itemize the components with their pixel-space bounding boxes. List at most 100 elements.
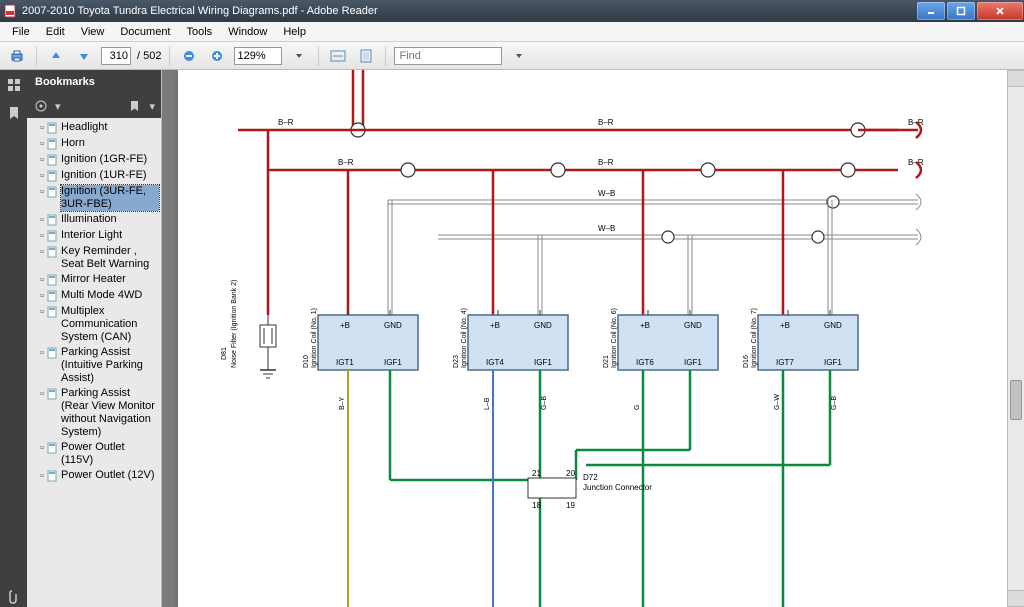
svg-text:IGT7: IGT7 — [776, 358, 794, 367]
svg-text:L–B: L–B — [484, 397, 491, 410]
scroll-up-arrow[interactable] — [1008, 70, 1024, 87]
expand-icon[interactable]: ▫ — [37, 121, 47, 135]
bookmark-options-icon[interactable] — [33, 98, 49, 114]
bookmark-item[interactable]: ▫Horn — [37, 136, 161, 152]
expand-icon[interactable]: ▫ — [37, 137, 47, 151]
bookmark-label: Interior Light — [61, 229, 159, 242]
expand-icon[interactable]: ▫ — [37, 387, 47, 401]
svg-text:+B: +B — [640, 321, 650, 330]
attachment-icon[interactable] — [0, 587, 27, 607]
bookmark-item[interactable]: ▫Ignition (1GR-FE) — [37, 152, 161, 168]
print-button[interactable] — [6, 45, 28, 67]
find-input[interactable] — [394, 47, 502, 65]
expand-icon[interactable]: ▫ — [37, 469, 47, 483]
svg-text:D16: D16 — [743, 355, 750, 368]
bookmark-item[interactable]: ▫ Headlight — [37, 120, 161, 136]
svg-text:Ignition Coil (No. 1): Ignition Coil (No. 1) — [311, 308, 318, 368]
svg-text:GND: GND — [824, 321, 842, 330]
toolbar: / 502 — [0, 42, 1024, 70]
bookmark-item[interactable]: ▫ Parking Assist (Intuitive Parking Assis… — [37, 345, 161, 386]
zoom-input[interactable] — [234, 47, 282, 65]
zoom-out-button[interactable] — [178, 45, 200, 67]
svg-text:D10: D10 — [303, 355, 310, 368]
page-icon — [47, 306, 59, 318]
bookmark-item[interactable]: ▫Parking Assist (Rear View Monitor witho… — [37, 386, 161, 440]
fit-width-button[interactable] — [327, 45, 349, 67]
menu-window[interactable]: Window — [220, 24, 275, 40]
page-icon — [47, 274, 59, 286]
bookmarks-list[interactable]: ▫Headlight▫Horn▫Ignition (1GR-FE)▫Igniti… — [27, 118, 161, 607]
expand-icon[interactable]: ▫ — [37, 346, 47, 360]
expand-icon[interactable]: ▫ — [37, 213, 47, 227]
svg-text:D21: D21 — [603, 355, 610, 368]
expand-icon[interactable]: ▫ — [37, 229, 47, 243]
bookmark-label: Key Reminder , Seat Belt Warning — [61, 245, 159, 271]
zoom-in-button[interactable] — [206, 45, 228, 67]
menu-tools[interactable]: Tools — [179, 24, 221, 40]
page-icon — [47, 214, 59, 226]
svg-text:IGT1: IGT1 — [336, 358, 354, 367]
svg-text:G–W: G–W — [774, 394, 781, 410]
menu-help[interactable]: Help — [275, 24, 314, 40]
page-up-button[interactable] — [45, 45, 67, 67]
main-area: Bookmarks ▾ ▾ ▫Headlight▫Horn▫Ignition (… — [0, 70, 1024, 607]
svg-text:18: 18 — [532, 501, 541, 510]
bookmark-item[interactable]: ▫Power Outlet (115V) — [37, 440, 161, 468]
bookmark-new-icon[interactable] — [127, 98, 143, 114]
page-icon — [47, 170, 59, 182]
menu-edit[interactable]: Edit — [38, 24, 73, 40]
expand-icon[interactable]: ▫ — [37, 441, 47, 455]
svg-text:D23: D23 — [453, 355, 460, 368]
bookmark-item[interactable]: ▫Ignition (1UR-FE) — [37, 168, 161, 184]
svg-text:G–B: G–B — [831, 396, 838, 410]
bookmark-label: Headlight — [61, 121, 159, 134]
scroll-thumb[interactable] — [1010, 380, 1022, 420]
svg-text:B–Y: B–Y — [339, 396, 346, 410]
find-dropdown[interactable] — [508, 45, 530, 67]
menu-document[interactable]: Document — [112, 24, 178, 40]
expand-icon[interactable]: ▫ — [37, 273, 47, 287]
bookmark-item[interactable]: ▫Ignition (3UR-FE, 3UR-FBE) — [37, 184, 161, 212]
bookmark-item[interactable]: ▫Illumination — [37, 212, 161, 228]
thumbnails-icon[interactable] — [5, 76, 23, 94]
expand-icon[interactable]: ▫ — [37, 245, 47, 259]
svg-text:W–B: W–B — [598, 189, 615, 198]
fit-page-button[interactable] — [355, 45, 377, 67]
vertical-scrollbar[interactable] — [1007, 70, 1024, 607]
zoom-dropdown[interactable] — [288, 45, 310, 67]
wiring-diagram: B–R B–R B–R B–R B–R B–R — [178, 70, 1008, 607]
bookmark-item[interactable]: ▫Mirror Heater — [37, 272, 161, 288]
expand-icon[interactable]: ▫ — [37, 289, 47, 303]
bookmark-label: Parking Assist (Intuitive Parking Assist… — [61, 346, 159, 385]
scroll-down-arrow[interactable] — [1008, 590, 1024, 607]
minimize-button[interactable] — [917, 2, 945, 20]
page-down-button[interactable] — [73, 45, 95, 67]
maximize-button[interactable] — [947, 2, 975, 20]
expand-icon[interactable]: ▫ — [37, 153, 47, 167]
svg-text:Junction Connector: Junction Connector — [583, 483, 652, 492]
menu-view[interactable]: View — [73, 24, 113, 40]
svg-text:Ignition Coil (No. 7): Ignition Coil (No. 7) — [751, 308, 758, 368]
bookmark-item[interactable]: ▫ Interior Light — [37, 228, 161, 244]
svg-text:G–B: G–B — [541, 396, 548, 410]
page-icon — [47, 290, 59, 302]
page-total: / 502 — [137, 50, 161, 62]
expand-icon[interactable]: ▫ — [37, 185, 47, 199]
bookmark-item[interactable]: ▫Multiplex Communication System (CAN) — [37, 304, 161, 345]
bookmark-item[interactable]: ▫ Key Reminder , Seat Belt Warning — [37, 244, 161, 272]
bookmark-item[interactable]: ▫Power Outlet (12V) — [37, 468, 161, 484]
bookmarks-icon[interactable] — [5, 104, 23, 122]
expand-icon[interactable]: ▫ — [37, 305, 47, 319]
close-button[interactable] — [977, 2, 1023, 20]
page-number-input[interactable] — [101, 47, 131, 65]
bookmarks-header: Bookmarks — [27, 70, 161, 94]
document-area[interactable]: B–R B–R B–R B–R B–R B–R — [162, 70, 1024, 607]
svg-text:D72: D72 — [583, 473, 598, 482]
svg-text:+B: +B — [490, 321, 500, 330]
page-icon — [47, 442, 59, 454]
svg-text:IGF1: IGF1 — [384, 358, 402, 367]
menu-file[interactable]: File — [4, 24, 38, 40]
bookmark-item[interactable]: ▫Multi Mode 4WD — [37, 288, 161, 304]
expand-icon[interactable]: ▫ — [37, 169, 47, 183]
svg-text:GND: GND — [534, 321, 552, 330]
